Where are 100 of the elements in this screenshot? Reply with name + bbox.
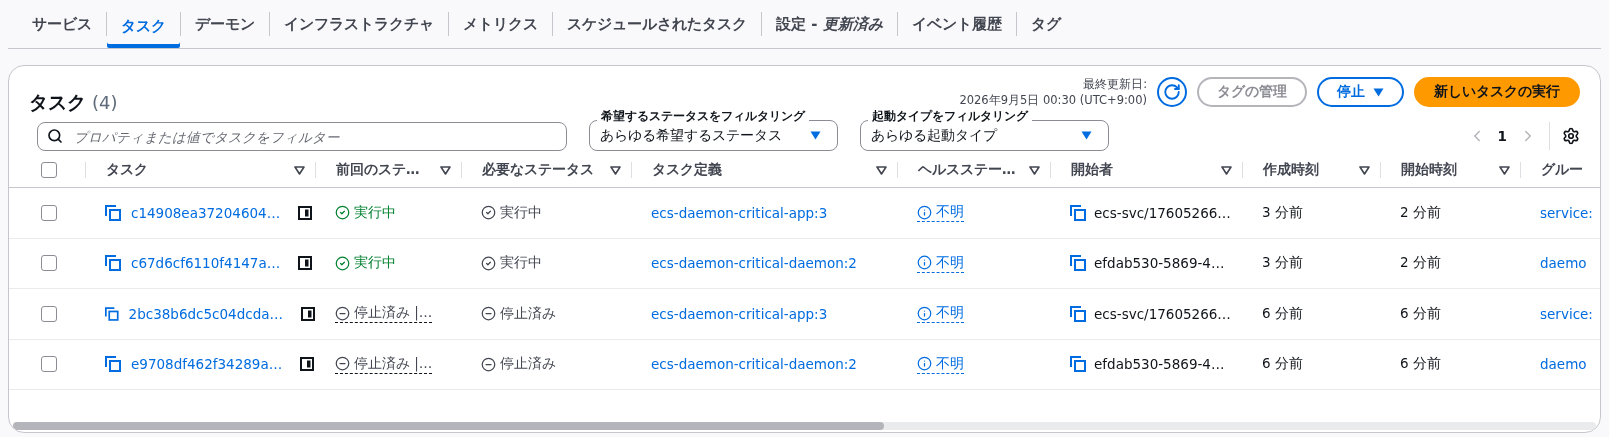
sort-icon[interactable]	[610, 165, 621, 175]
panel-icon[interactable]	[301, 306, 315, 321]
row-checkbox[interactable]	[41, 255, 57, 272]
tab[interactable]: サービス	[18, 8, 106, 40]
task-link[interactable]: e9708df462f34289a…	[131, 356, 283, 373]
health-status[interactable]: 不明	[917, 203, 964, 223]
page-number[interactable]: 1	[1497, 127, 1507, 144]
info-icon	[917, 204, 932, 220]
filter-label: 起動タイプをフィルタリング	[868, 109, 1032, 123]
group-link[interactable]: daemo	[1540, 255, 1587, 272]
minus-circle-icon	[481, 356, 496, 372]
tab[interactable]: タスク	[107, 0, 180, 48]
panel-icon[interactable]	[298, 205, 313, 220]
last-status: 停止済み |…	[335, 304, 433, 324]
task-definition-link[interactable]: ecs-daemon-critical-daemon:2	[651, 356, 857, 373]
created-time: 6 分前	[1262, 304, 1303, 323]
group-link[interactable]: service:	[1540, 305, 1593, 322]
settings-icon[interactable]	[1562, 126, 1580, 145]
started-time: 6 分前	[1400, 355, 1441, 374]
task-definition-link[interactable]: ecs-daemon-critical-app:3	[651, 305, 828, 322]
stop-dropdown-button[interactable]: 停止	[1317, 77, 1404, 107]
panel-title: タスク (4)	[29, 90, 118, 115]
tab[interactable]: インフラストラクチャ	[270, 8, 448, 40]
column-header[interactable]: 開始時刻	[1401, 161, 1457, 179]
select-all-checkbox[interactable]	[41, 162, 57, 178]
tab[interactable]: スケジュールされたタスク	[553, 8, 761, 40]
created-time: 3 分前	[1262, 254, 1303, 273]
desired-status: 停止済み	[481, 304, 556, 323]
started-by: efdab530-5869-4…	[1094, 356, 1225, 373]
task-definition-link[interactable]: ecs-daemon-critical-daemon:2	[651, 255, 857, 272]
caret-icon	[1373, 87, 1384, 97]
row-checkbox[interactable]	[41, 356, 57, 373]
sort-icon[interactable]	[1359, 165, 1370, 175]
group-link[interactable]: daemo	[1540, 356, 1587, 373]
task-definition-link[interactable]: ecs-daemon-critical-app:3	[651, 204, 828, 221]
copy-icon[interactable]	[105, 305, 119, 322]
check-circle-icon	[335, 205, 350, 221]
copy-icon[interactable]	[105, 356, 121, 373]
row-checkbox[interactable]	[41, 204, 57, 221]
task-link[interactable]: 2bc38b6dc5c04dcda…	[128, 305, 283, 322]
minus-circle-icon	[335, 356, 350, 372]
started-time: 6 分前	[1400, 304, 1441, 323]
column-header[interactable]: 前回のステ…	[336, 161, 420, 179]
column-header[interactable]: 作成時刻	[1263, 161, 1319, 179]
copy-icon[interactable]	[105, 204, 121, 221]
caret-icon	[1081, 131, 1092, 140]
search-icon	[47, 128, 63, 144]
tab[interactable]: デーモン	[181, 8, 269, 40]
minus-circle-icon	[335, 305, 350, 321]
started-time: 2 分前	[1400, 203, 1441, 222]
copy-icon[interactable]	[1070, 356, 1086, 373]
group-link[interactable]: service:	[1540, 204, 1593, 221]
column-header[interactable]: ヘルスステー…	[918, 161, 1016, 179]
sort-icon[interactable]	[440, 165, 451, 175]
started-by: ecs-svc/17605266…	[1094, 305, 1231, 322]
filter-label: 希望するステータスをフィルタリング	[597, 109, 809, 123]
desired-status: 実行中	[481, 203, 542, 222]
copy-icon[interactable]	[1070, 204, 1086, 221]
tab[interactable]: イベント履歴	[897, 8, 1016, 40]
sort-icon[interactable]	[1499, 165, 1510, 175]
copy-icon[interactable]	[1070, 305, 1086, 322]
minus-circle-icon	[481, 306, 496, 322]
column-header[interactable]: タスク	[106, 161, 148, 179]
refresh-icon	[1163, 83, 1181, 101]
copy-icon[interactable]	[105, 255, 121, 272]
search-field[interactable]: プロパティまたは値でタスクをフィルター	[37, 122, 567, 151]
sort-icon[interactable]	[294, 165, 305, 175]
panel-icon[interactable]	[298, 256, 313, 271]
sort-icon[interactable]	[1221, 165, 1232, 175]
column-header[interactable]: グルー	[1541, 161, 1583, 179]
panel-icon[interactable]	[300, 357, 315, 372]
health-status[interactable]: 不明	[917, 253, 964, 273]
check-circle-icon	[335, 255, 350, 271]
column-header[interactable]: 開始者	[1071, 161, 1113, 179]
created-time: 6 分前	[1262, 355, 1303, 374]
run-task-button[interactable]: 新しいタスクの実行	[1414, 77, 1580, 107]
tab[interactable]: メトリクス	[449, 8, 552, 40]
tab[interactable]: タグ	[1016, 8, 1075, 40]
copy-icon[interactable]	[1070, 255, 1086, 272]
task-link[interactable]: c67d6cf6110f4147a…	[131, 255, 281, 272]
info-icon	[917, 305, 932, 321]
created-time: 3 分前	[1262, 203, 1303, 222]
started-by: ecs-svc/17605266…	[1094, 204, 1231, 221]
health-status[interactable]: 不明	[917, 354, 964, 374]
desired-status: 実行中	[481, 254, 542, 273]
row-checkbox[interactable]	[41, 305, 57, 322]
last-updated-label: 最終更新日:	[1083, 76, 1147, 92]
task-link[interactable]: c14908ea37204604…	[131, 204, 281, 221]
check-circle-icon	[481, 255, 496, 271]
column-header[interactable]: 必要なステータス	[482, 161, 594, 179]
sort-icon[interactable]	[1029, 165, 1040, 175]
health-status[interactable]: 不明	[917, 304, 964, 324]
column-header[interactable]: タスク定義	[652, 161, 722, 179]
sort-icon[interactable]	[876, 165, 887, 175]
desired-status: 停止済み	[481, 355, 556, 374]
started-time: 2 分前	[1400, 254, 1441, 273]
horizontal-scrollbar[interactable]	[13, 422, 1596, 430]
tab[interactable]: 設定 - 更新済み	[762, 8, 897, 40]
refresh-button[interactable]	[1157, 77, 1187, 107]
last-updated-time: 2026年9月5日 00:30 (UTC+9:00)	[959, 92, 1147, 108]
